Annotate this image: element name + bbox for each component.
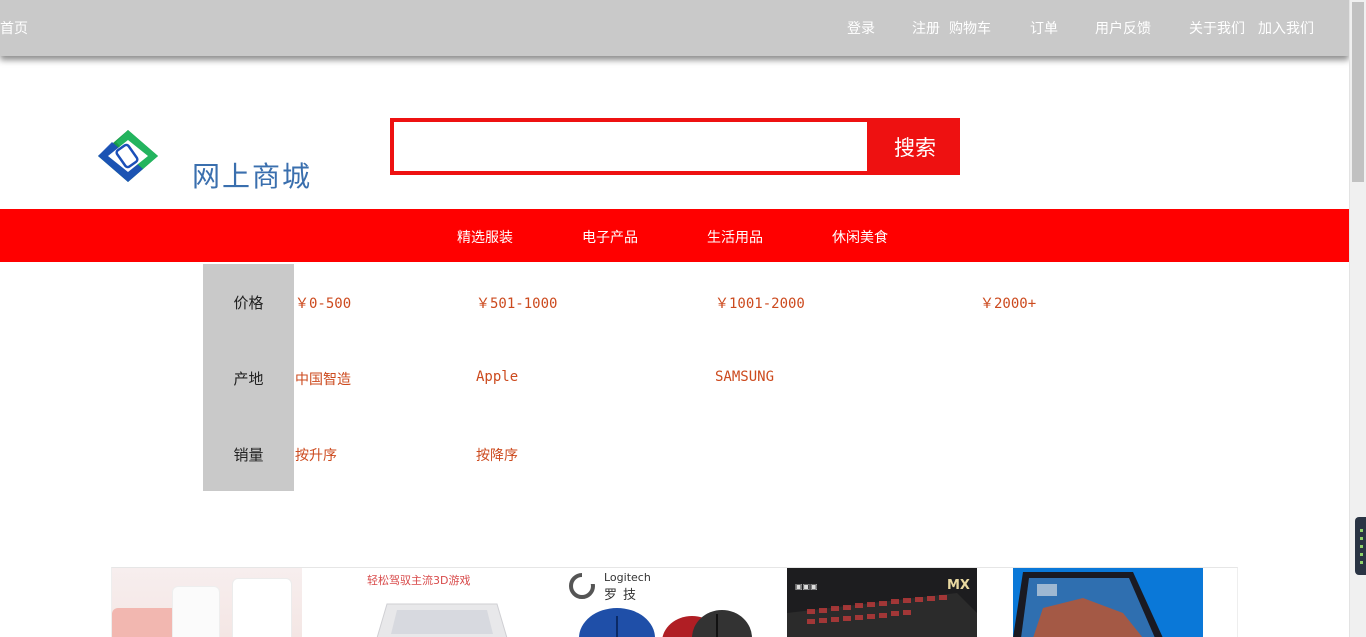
product-grid: 轻松驾驭主流3D游戏 Logitech 罗技 ▣▣▣ MX	[111, 567, 1238, 637]
keyboard-model: MX	[947, 578, 970, 593]
filter-sales-asc[interactable]: 按升序	[295, 445, 337, 465]
product-card-cups[interactable]	[112, 568, 302, 637]
category-clothing[interactable]: 精选服装	[457, 227, 513, 247]
category-nav: 精选服装 电子产品 生活用品 休闲美食	[0, 209, 1349, 262]
filter-price-option[interactable]: ￥2000+	[980, 293, 1036, 313]
laptop-image	[376, 603, 508, 637]
keyboard-brand: ▣▣▣	[795, 582, 818, 591]
brand-name: Logitech	[604, 571, 651, 584]
mouse-image	[579, 608, 752, 637]
category-snacks[interactable]: 休闲美食	[832, 227, 888, 247]
product-card-mouse[interactable]: Logitech 罗技	[562, 568, 752, 637]
nav-home-link[interactable]: 首页	[0, 18, 28, 38]
filter-origin-label: 产地	[233, 370, 264, 388]
logitech-logo-icon	[569, 572, 596, 599]
cup-image	[232, 578, 292, 637]
filter-price-option[interactable]: ￥1001-2000	[715, 293, 805, 313]
search-button[interactable]: 搜索	[870, 118, 960, 175]
site-brand-name: 网上商城	[192, 160, 313, 193]
nav-join-link[interactable]: 加入我们	[1258, 18, 1314, 38]
brand-name-cn: 罗技	[604, 588, 643, 603]
filter-sales-label: 销量	[233, 446, 264, 464]
nav-about-link[interactable]: 关于我们	[1189, 18, 1245, 38]
nav-feedback-link[interactable]: 用户反馈	[1095, 18, 1151, 38]
filter-sales-desc[interactable]: 按降序	[476, 445, 518, 465]
filter-origin-option[interactable]: SAMSUNG	[715, 369, 774, 385]
search-input[interactable]	[394, 122, 867, 171]
filter-price-option[interactable]: ￥501-1000	[476, 293, 557, 313]
product-card-keyboard[interactable]: ▣▣▣ MX	[787, 568, 977, 637]
category-daily-goods[interactable]: 生活用品	[707, 227, 763, 247]
keyboard-image	[787, 593, 977, 637]
filter-origin-option[interactable]: 中国智造	[295, 369, 351, 389]
category-electronics[interactable]: 电子产品	[582, 227, 638, 247]
filter-origin-option[interactable]: Apple	[476, 369, 518, 385]
filter-label-column: 价格 产地 销量	[203, 264, 294, 491]
shop-logo-icon[interactable]	[98, 130, 158, 182]
product-card-laptop[interactable]: 轻松驾驭主流3D游戏	[337, 568, 527, 637]
product-caption: 轻松驾驭主流3D游戏	[367, 574, 471, 587]
nav-orders-link[interactable]: 订单	[1030, 18, 1058, 38]
product-card-tablet[interactable]	[1013, 568, 1203, 637]
cup-image	[172, 586, 220, 637]
scrollbar-thumb[interactable]	[1352, 2, 1364, 182]
filter-price-label: 价格	[233, 294, 264, 312]
search-box	[390, 118, 871, 175]
nav-login-link[interactable]: 登录	[847, 18, 875, 38]
tablet-image	[1013, 572, 1163, 637]
nav-cart-link[interactable]: 购物车	[949, 18, 991, 38]
top-nav-bar: 首页 登录 注册 购物车 订单 用户反馈 关于我们 加入我们	[0, 0, 1349, 56]
side-widget-icon[interactable]	[1355, 517, 1366, 575]
filter-price-option[interactable]: ￥0-500	[295, 293, 351, 313]
nav-register-link[interactable]: 注册	[912, 18, 940, 38]
